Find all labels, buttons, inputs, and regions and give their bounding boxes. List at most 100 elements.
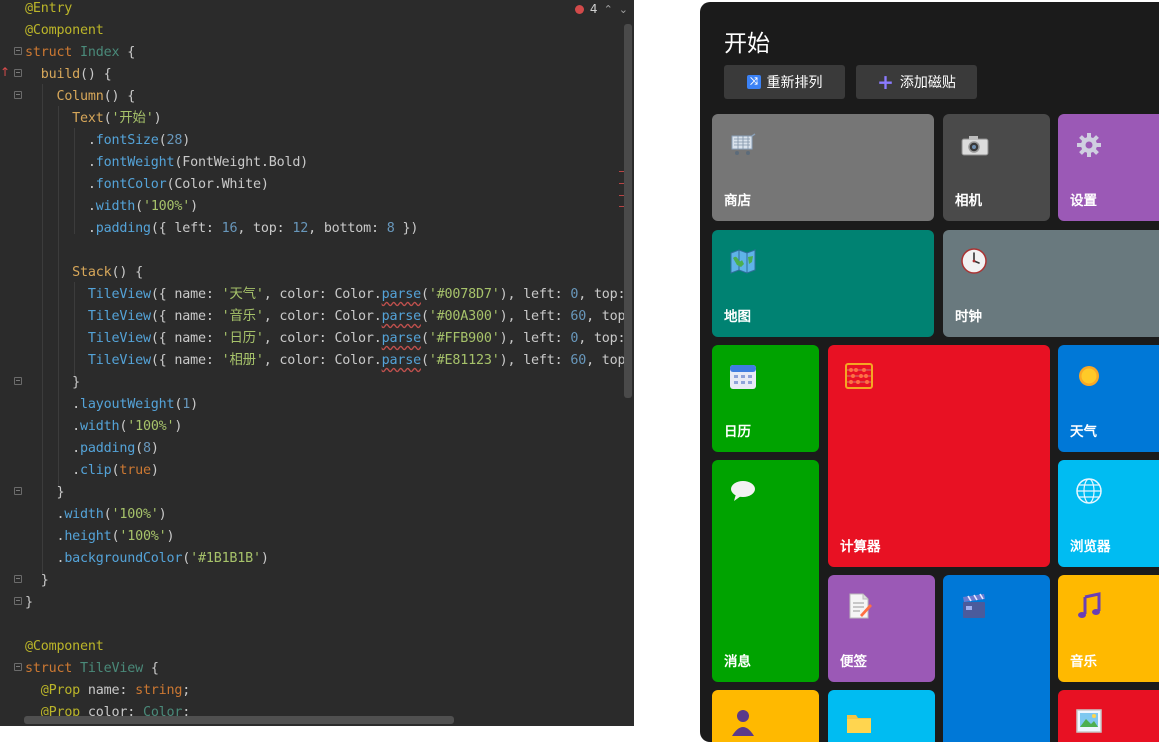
fold-marker[interactable] xyxy=(14,377,22,385)
code-token: height xyxy=(64,529,112,544)
code-line[interactable]: .padding({ left: 16, top: 12, bottom: 8 … xyxy=(25,220,634,242)
fold-marker[interactable] xyxy=(14,487,22,495)
tile-clock[interactable]: 时钟 xyxy=(943,230,1159,337)
tile-photos[interactable] xyxy=(1058,690,1159,742)
code-token: , top: xyxy=(237,221,293,236)
tile-messages[interactable]: 消息 xyxy=(712,460,819,682)
chevron-down-icon[interactable]: ⌄ xyxy=(619,3,628,16)
code-line[interactable]: } xyxy=(25,594,634,616)
code-token: } xyxy=(25,485,65,500)
code-line[interactable]: Column() { xyxy=(25,88,634,110)
fold-marker[interactable] xyxy=(14,597,22,605)
code-line[interactable]: Stack() { xyxy=(25,264,634,286)
code-line[interactable]: struct Index { xyxy=(25,44,634,66)
tile-people[interactable] xyxy=(712,690,819,742)
tile-notes[interactable]: 便签 xyxy=(828,575,935,682)
code-token: 8 xyxy=(386,221,395,236)
add-tile-button[interactable]: + 添加磁贴 xyxy=(856,65,977,99)
code-line[interactable]: .width('100%') xyxy=(25,418,634,440)
code-line[interactable]: .height('100%') xyxy=(25,528,634,550)
code-line[interactable]: } xyxy=(25,572,634,594)
code-token: '天气' xyxy=(221,287,264,302)
code-token: '#1B1B1B' xyxy=(190,551,261,566)
code-token: . xyxy=(25,441,81,456)
code-token: TileView xyxy=(87,309,151,324)
fold-marker[interactable] xyxy=(14,91,22,99)
code-token: padding xyxy=(80,441,136,456)
tile-video[interactable] xyxy=(943,575,1050,742)
code-line[interactable]: .clip(true) xyxy=(25,462,634,484)
error-icon xyxy=(574,4,584,14)
tile-weather[interactable]: 天气 xyxy=(1058,345,1159,452)
code-editor[interactable]: ↑ @Entry @Component struct Index { build()… xyxy=(0,0,634,726)
implements-arrow-icon[interactable]: ↑ xyxy=(0,66,10,78)
fold-marker[interactable] xyxy=(14,47,22,55)
tile-files[interactable] xyxy=(828,690,935,742)
fold-marker[interactable] xyxy=(14,575,22,583)
code-line[interactable]: TileView({ name: '音乐', color: Color.pars… xyxy=(25,308,634,330)
code-line[interactable]: .fontWeight(FontWeight.Bold) xyxy=(25,154,634,176)
code-line[interactable]: .fontColor(Color.White) xyxy=(25,176,634,198)
horizontal-scrollbar[interactable] xyxy=(24,716,454,724)
rearrange-button[interactable]: ⤨ 重新排列 xyxy=(724,65,845,99)
code-token: ), left: xyxy=(499,287,571,302)
code-line[interactable]: .width('100%') xyxy=(25,198,634,220)
code-token: ) xyxy=(190,397,199,412)
tile-music[interactable]: 音乐 xyxy=(1058,575,1159,682)
code-lines[interactable]: @Entry @Component struct Index { build() {… xyxy=(25,0,634,726)
tile-camera[interactable]: 相机 xyxy=(943,114,1050,221)
code-line[interactable]: TileView({ name: '日历', color: Color.pars… xyxy=(25,330,634,352)
tile-calendar[interactable]: 日历 xyxy=(712,345,819,452)
tile-calculator[interactable]: 计算器 xyxy=(828,345,1050,567)
chat-bubble-icon xyxy=(731,481,755,501)
map-icon xyxy=(730,249,756,274)
code-line[interactable]: .backgroundColor('#1B1B1B') xyxy=(25,550,634,572)
tile-settings[interactable]: 设置 xyxy=(1058,114,1159,221)
code-line[interactable]: } xyxy=(25,374,634,396)
vertical-scrollbar[interactable] xyxy=(624,24,632,398)
code-token: ) xyxy=(190,199,198,214)
code-line[interactable]: .layoutWeight(1) xyxy=(25,396,634,418)
code-line[interactable]: Text('开始') xyxy=(25,110,634,132)
code-token: { xyxy=(150,661,159,676)
code-line[interactable]: @Entry xyxy=(25,0,634,22)
code-token: ( xyxy=(135,441,143,456)
code-line[interactable] xyxy=(25,242,634,264)
code-token: 60 xyxy=(570,309,587,324)
add-tile-button-label: 添加磁贴 xyxy=(899,75,956,91)
problems-indicator[interactable]: 4 ⌃ ⌄ xyxy=(568,0,628,18)
fold-marker[interactable] xyxy=(14,69,22,77)
tile-label: 日历 xyxy=(724,424,751,440)
code-token: '音乐' xyxy=(221,309,264,324)
tile-maps[interactable]: 地图 xyxy=(712,230,934,337)
code-line[interactable]: build() { xyxy=(25,66,634,88)
code-line[interactable]: .width('100%') xyxy=(25,506,634,528)
code-token: @Component xyxy=(25,639,104,654)
code-line[interactable]: @Component xyxy=(25,638,634,660)
chevron-up-icon[interactable]: ⌃ xyxy=(604,3,613,16)
code-line[interactable]: TileView({ name: '天气', color: Color.pars… xyxy=(25,286,634,308)
tile-store[interactable]: 商店 xyxy=(712,114,934,221)
code-token: , color: Color. xyxy=(263,287,382,302)
code-token: . xyxy=(25,177,96,192)
error-count: 4 xyxy=(589,2,598,16)
code-token: ( xyxy=(420,353,429,368)
fold-marker[interactable] xyxy=(14,663,22,671)
code-line[interactable]: .fontSize(28) xyxy=(25,132,634,154)
code-token: . xyxy=(25,529,65,544)
tile-browser[interactable]: 浏览器 xyxy=(1058,460,1159,567)
code-line[interactable]: TileView({ name: '相册', color: Color.pars… xyxy=(25,352,634,374)
code-line[interactable]: struct TileView { xyxy=(25,660,634,682)
code-line[interactable]: @Prop name: string; xyxy=(25,682,634,704)
code-line[interactable]: @Component xyxy=(25,22,634,44)
code-line[interactable]: .padding(8) xyxy=(25,440,634,462)
code-token: { xyxy=(127,45,136,60)
code-token: ( xyxy=(420,309,429,324)
person-icon xyxy=(732,710,754,736)
code-line[interactable]: } xyxy=(25,484,634,506)
code-line[interactable] xyxy=(25,616,634,638)
code-token: ( xyxy=(182,551,191,566)
